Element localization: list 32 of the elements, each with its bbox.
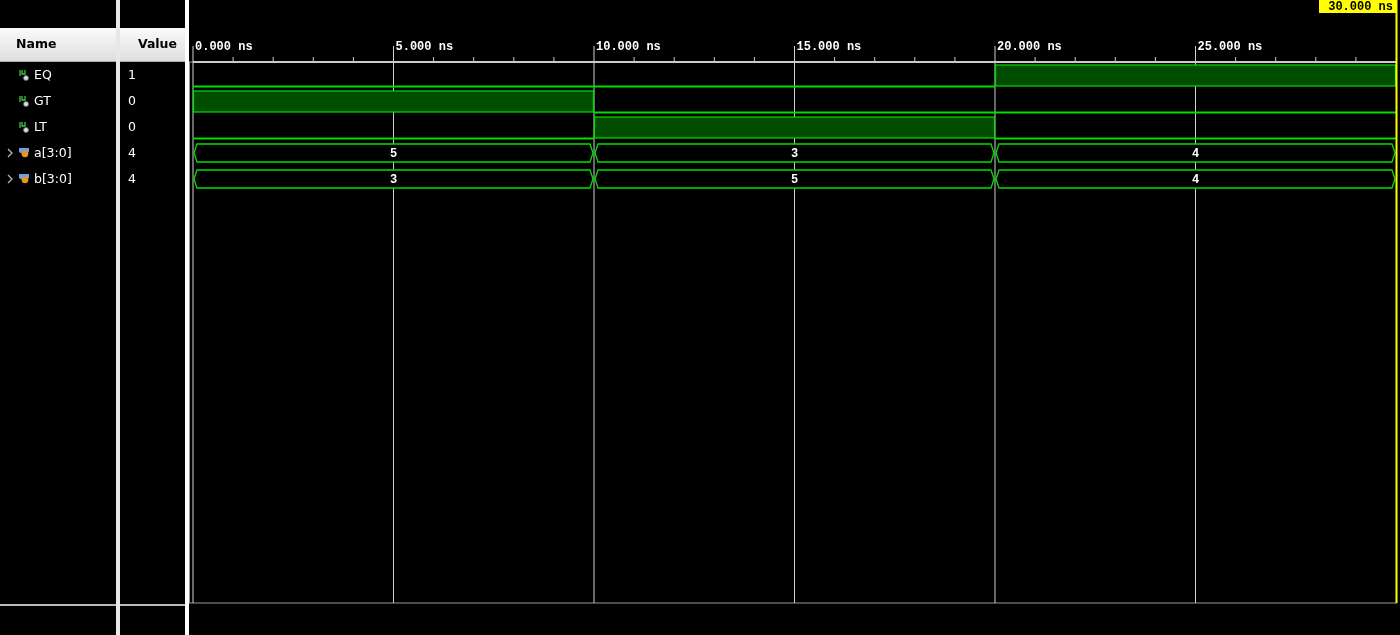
bus-value: 5 bbox=[389, 147, 398, 161]
bit-signal-icon bbox=[18, 121, 30, 133]
bit-signal-icon bbox=[18, 95, 30, 107]
bus-value: 3 bbox=[790, 147, 799, 161]
bus-signal-icon bbox=[18, 173, 30, 185]
signal-value: 1 bbox=[128, 65, 136, 84]
cursor-time-label: 30.000 ns bbox=[1319, 0, 1396, 14]
signal-value: 0 bbox=[128, 91, 136, 110]
expand-caret-icon[interactable] bbox=[6, 148, 14, 158]
time-label: 10.000 ns bbox=[596, 40, 661, 54]
signal-name[interactable]: a[3:0] bbox=[34, 143, 72, 163]
signal-value: 4 bbox=[128, 169, 136, 188]
column-header[interactable]: Name bbox=[16, 35, 57, 54]
signal-name[interactable]: b[3:0] bbox=[34, 169, 72, 189]
bus-signal-icon bbox=[18, 147, 30, 159]
bus-value: 5 bbox=[790, 173, 799, 187]
time-label: 5.000 ns bbox=[395, 40, 454, 54]
bus-value: 3 bbox=[389, 173, 398, 187]
time-label: 25.000 ns bbox=[1197, 40, 1263, 54]
bus-value: 4 bbox=[1191, 173, 1200, 187]
time-label: 0.000 ns bbox=[195, 40, 253, 54]
signal-name[interactable]: GT bbox=[34, 91, 51, 111]
signal-value: 0 bbox=[128, 117, 136, 136]
time-label: 20.000 ns bbox=[997, 40, 1062, 54]
signal-name[interactable]: EQ bbox=[34, 65, 52, 85]
signal-name[interactable]: LT bbox=[34, 117, 47, 137]
bus-value: 4 bbox=[1191, 147, 1200, 161]
time-label: 15.000 ns bbox=[796, 40, 862, 54]
signal-value: 4 bbox=[128, 143, 136, 162]
expand-caret-icon[interactable] bbox=[6, 174, 14, 184]
time-cursor[interactable] bbox=[1395, 0, 1398, 604]
bit-signal-icon bbox=[18, 69, 30, 81]
